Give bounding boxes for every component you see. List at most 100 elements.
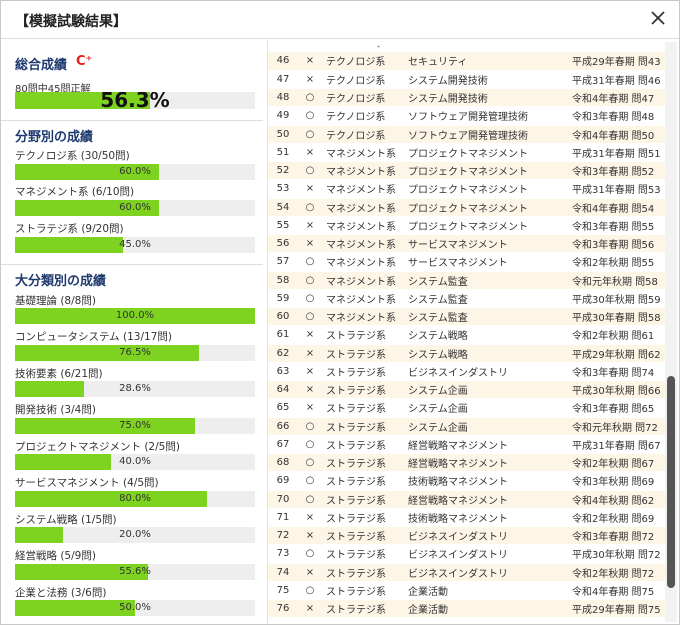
field-label: マネジメント系 (6/10問): [15, 186, 135, 198]
table-row[interactable]: 51 × マネジメント系 プロジェクトマネジメント 平成31年春期 問51: [268, 143, 665, 163]
table-row[interactable]: 65 × ストラテジ系 システム企画 令和3年春期 問65: [268, 398, 665, 418]
question-results-list[interactable]: ・ 46 × テクノロジ系 セキュリティ 平成29年春期 問43 47 × テクノロジ系 システ…: [267, 40, 679, 624]
result-mark: ○: [298, 106, 322, 126]
result-mark: ×: [298, 52, 322, 71]
table-row[interactable]: 70 ○ ストラテジ系 経営戦略マネジメント 令和4年秋期 問62: [268, 490, 665, 509]
field-cell: マネジメント系: [322, 161, 404, 181]
table-row[interactable]: 53 × マネジメント系 プロジェクトマネジメント 平成31年春期 問53: [268, 179, 665, 199]
table-row[interactable]: 71 × ストラテジ系 技術戦略マネジメント 令和2年秋期 問69: [268, 508, 665, 528]
field-cell: テクノロジ系: [322, 106, 404, 126]
table-row[interactable]: 50 ○ テクノロジ系 ソフトウェア開発管理技術 令和4年春期 問50: [268, 125, 665, 144]
close-icon[interactable]: [647, 7, 669, 29]
question-number: 56: [268, 234, 298, 254]
question-number: 73: [268, 544, 298, 564]
exam-reference-cell: 令和3年春期 問74: [568, 362, 665, 382]
table-row[interactable]: 63 × ストラテジ系 ビジネスインダストリ 令和3年春期 問74: [268, 362, 665, 382]
category-progress-bar: 50.0%: [15, 600, 255, 616]
field-cell: ストラテジ系: [322, 581, 404, 601]
table-row[interactable]: 60 ○ マネジメント系 システム監査 平成30年春期 問58: [268, 307, 665, 327]
question-number: 68: [268, 453, 298, 473]
subcategory-cell: 技術戦略マネジメント: [404, 471, 568, 491]
subcategory-cell: 企業活動: [404, 599, 568, 619]
field-percent: 45.0%: [119, 239, 151, 250]
table-row[interactable]: 75 ○ ストラテジ系 企業活動 令和4年春期 問75: [268, 581, 665, 601]
table-row[interactable]: 46 × テクノロジ系 セキュリティ 平成29年春期 問43: [268, 52, 665, 71]
exam-reference-cell: 令和3年春期 問48: [568, 106, 665, 126]
subcategory-cell: システム企画: [404, 380, 568, 400]
question-number: 51: [268, 143, 298, 163]
subcategory-cell: ソフトウェア開発管理技術: [404, 106, 568, 126]
question-number: 47: [268, 70, 298, 90]
subcategory-cell: システム監査: [404, 271, 568, 290]
field-section-title: 分野別の成績: [15, 130, 94, 145]
exam-reference-cell: 平成30年秋期 問59: [568, 289, 665, 309]
result-mark: ○: [298, 161, 322, 181]
category-progress-bar: 20.0%: [15, 527, 255, 543]
table-row[interactable]: 64 × ストラテジ系 システム企画 平成30年秋期 問66: [268, 380, 665, 400]
category-percent: 100.0%: [115, 310, 155, 321]
category-progress-bar: 28.6%: [15, 381, 255, 397]
result-mark: ○: [298, 271, 322, 290]
question-number: 59: [268, 289, 298, 309]
table-row[interactable]: 57 ○ マネジメント系 サービスマネジメント 令和2年秋期 問55: [268, 252, 665, 272]
table-row[interactable]: 66 ○ ストラテジ系 システム企画 令和元年秋期 問72: [268, 417, 665, 436]
subcategory-cell: プロジェクトマネジメント: [404, 198, 568, 217]
table-row[interactable]: 74 × ストラテジ系 ビジネスインダストリ 令和2年秋期 問72: [268, 563, 665, 582]
question-number: 66: [268, 417, 298, 436]
field-cell: テクノロジ系: [322, 52, 404, 71]
question-number: 50: [268, 125, 298, 144]
field-cell: ストラテジ系: [322, 417, 404, 436]
field-cell: ストラテジ系: [322, 544, 404, 564]
table-row[interactable]: 48 ○ テクノロジ系 システム開発技術 令和4年春期 問47: [268, 88, 665, 108]
question-number: 52: [268, 161, 298, 181]
exam-reference-cell: 令和3年春期 問55: [568, 216, 665, 236]
table-row[interactable]: 49 ○ テクノロジ系 ソフトウェア開発管理技術 令和3年春期 問48: [268, 106, 665, 126]
result-mark: ×: [298, 508, 322, 528]
field-progress-bar: 60.0%: [15, 200, 255, 216]
category-progress-bar: 75.0%: [15, 418, 255, 434]
table-row[interactable]: 62 × ストラテジ系 システム戦略 平成29年秋期 問62: [268, 344, 665, 363]
exam-reference-cell: 令和2年秋期 問61: [568, 325, 665, 345]
category-label: 開発技術 (3/4問): [15, 404, 96, 416]
question-number: 57: [268, 252, 298, 272]
question-number: 49: [268, 106, 298, 126]
field-cell: ストラテジ系: [322, 398, 404, 418]
result-mark: ×: [298, 344, 322, 363]
result-mark: ○: [298, 307, 322, 327]
subcategory-cell: ビジネスインダストリ: [404, 526, 568, 546]
exam-reference-cell: 令和2年秋期 問72: [568, 563, 665, 582]
table-row[interactable]: 56 × マネジメント系 サービスマネジメント 令和3年春期 問56: [268, 234, 665, 254]
table-row[interactable]: 55 × マネジメント系 プロジェクトマネジメント 令和3年春期 問55: [268, 216, 665, 236]
results-dialog: 【模擬試験結果】 総合成績 C⁺ 80問中45問正解 56.3% 分野別の成績 …: [0, 0, 680, 625]
table-row[interactable]: 61 × ストラテジ系 システム戦略 令和2年秋期 問61: [268, 325, 665, 345]
table-row[interactable]: 76 × ストラテジ系 企業活動 平成29年春期 問75: [268, 599, 665, 619]
field-cell: ストラテジ系: [322, 344, 404, 363]
table-row[interactable]: 47 × テクノロジ系 システム開発技術 平成31年春期 問46: [268, 70, 665, 90]
table-row[interactable]: 69 ○ ストラテジ系 技術戦略マネジメント 令和3年秋期 問69: [268, 471, 665, 491]
table-row[interactable]: 72 × ストラテジ系 ビジネスインダストリ 令和3年春期 問72: [268, 526, 665, 546]
table-row[interactable]: 58 ○ マネジメント系 システム監査 令和元年秋期 問58: [268, 271, 665, 290]
scrollbar-thumb[interactable]: [667, 376, 675, 588]
field-percent: 60.0%: [119, 166, 151, 177]
field-cell: ストラテジ系: [322, 599, 404, 619]
category-percent: 76.5%: [119, 347, 151, 358]
field-cell: ストラテジ系: [322, 471, 404, 491]
table-row[interactable]: 54 ○ マネジメント系 プロジェクトマネジメント 令和4年春期 問54: [268, 198, 665, 217]
category-percent: 75.0%: [119, 420, 151, 431]
table-row[interactable]: 59 ○ マネジメント系 システム監査 平成30年秋期 問59: [268, 289, 665, 309]
result-mark: ×: [298, 380, 322, 400]
table-row[interactable]: 68 ○ ストラテジ系 経営戦略マネジメント 令和2年秋期 問67: [268, 453, 665, 473]
table-row[interactable]: 67 ○ ストラテジ系 経営戦略マネジメント 平成31年春期 問67: [268, 435, 665, 455]
question-number: 64: [268, 380, 298, 400]
result-mark: ○: [298, 417, 322, 436]
result-mark: ○: [298, 544, 322, 564]
table-row[interactable]: 52 ○ マネジメント系 プロジェクトマネジメント 令和3年春期 問52: [268, 161, 665, 181]
result-mark: ×: [298, 398, 322, 418]
score-summary-panel: 総合成績 C⁺ 80問中45問正解 56.3% 分野別の成績 テクノロジ系 (3…: [1, 40, 263, 624]
table-row[interactable]: 73 ○ ストラテジ系 ビジネスインダストリ 平成30年秋期 問72: [268, 544, 665, 564]
overall-progress-bar: 56.3%: [15, 92, 255, 109]
category-label: サービスマネジメント (4/5問): [15, 477, 159, 489]
exam-reference-cell: 平成29年秋期 問62: [568, 344, 665, 363]
subcategory-cell: ビジネスインダストリ: [404, 563, 568, 582]
subcategory-cell: プロジェクトマネジメント: [404, 143, 568, 163]
